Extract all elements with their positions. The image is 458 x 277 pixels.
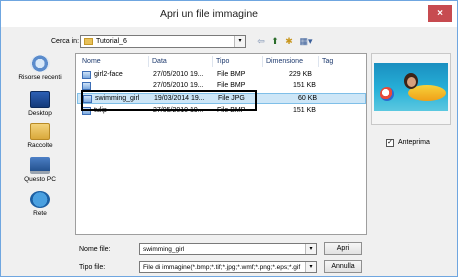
folder-icon xyxy=(84,38,93,45)
file-type: File BMP xyxy=(217,71,246,78)
libraries-icon xyxy=(30,123,50,140)
lookin-dropdown[interactable]: Tutorial_6 ▾ xyxy=(80,35,246,48)
file-size: 151 KB xyxy=(293,82,316,89)
preview-checkbox[interactable]: ✓ xyxy=(386,139,394,147)
back-icon[interactable]: ⇦ xyxy=(255,36,267,47)
file-row[interactable]: girl2-face 27/05/2010 19... File BMP 229… xyxy=(77,70,366,81)
image-file-icon xyxy=(82,82,91,90)
column-header-name[interactable]: Nome xyxy=(82,58,101,65)
column-header-date[interactable]: Data xyxy=(152,58,167,65)
file-type: File BMP xyxy=(217,82,246,89)
network-icon xyxy=(30,191,50,208)
preview-panel xyxy=(371,53,451,125)
new-folder-icon[interactable]: ✱ xyxy=(283,36,295,47)
place-label: Desktop xyxy=(28,110,52,117)
place-label: Rete xyxy=(33,210,47,217)
cancel-button[interactable]: Annulla xyxy=(324,260,362,273)
filetype-value: File di immagine(*.bmp;*.tif;*.jpg;*.wmf… xyxy=(143,264,301,271)
file-date: 27/05/2010 19... xyxy=(153,82,204,89)
lookin-value: Tutorial_6 xyxy=(96,38,127,45)
chevron-down-icon[interactable]: ▾ xyxy=(305,262,316,272)
column-header-size[interactable]: Dimensione xyxy=(266,58,303,65)
file-size: 151 KB xyxy=(293,107,316,114)
file-list[interactable]: Nome Data Tipo Dimensione Tag girl2-face… xyxy=(75,53,367,235)
open-button[interactable]: Apri xyxy=(324,242,362,255)
file-name: girl2-face xyxy=(94,71,123,78)
chevron-down-icon[interactable]: ▾ xyxy=(305,244,316,254)
place-label: Questo PC xyxy=(24,176,56,183)
title-bar[interactable]: Apri un file immagine × xyxy=(1,1,457,27)
place-desktop[interactable]: Desktop xyxy=(9,91,71,117)
column-header-tag[interactable]: Tag xyxy=(322,58,333,65)
preview-checkbox-label[interactable]: Anteprima xyxy=(398,139,430,146)
file-size: 229 KB xyxy=(289,71,312,78)
place-computer[interactable]: Questo PC xyxy=(9,157,71,183)
chevron-down-icon[interactable]: ▾ xyxy=(234,36,245,47)
open-image-dialog: Apri un file immagine × Cerca in: Tutori… xyxy=(0,0,458,277)
place-libraries[interactable]: Raccolte xyxy=(9,123,71,149)
view-menu-icon[interactable]: ▦▾ xyxy=(297,36,315,47)
desktop-icon xyxy=(30,91,50,108)
place-label: Risorse recenti xyxy=(18,74,62,81)
filetype-select[interactable]: File di immagine(*.bmp;*.tif;*.jpg;*.wmf… xyxy=(139,261,317,273)
up-folder-icon[interactable]: ⬆ xyxy=(269,36,281,47)
filename-input[interactable]: swimming_girl ▾ xyxy=(139,243,317,255)
dialog-title: Apri un file immagine xyxy=(159,8,259,20)
filename-value: swimming_girl xyxy=(143,246,185,253)
place-label: Raccolte xyxy=(27,142,53,149)
recent-places-icon xyxy=(30,55,50,72)
file-size: 60 KB xyxy=(298,95,318,102)
close-button[interactable]: × xyxy=(428,5,452,22)
highlight-box xyxy=(81,90,257,111)
places-bar: Risorse recenti Desktop Raccolte Questo … xyxy=(9,53,71,223)
filename-label: Nome file: xyxy=(79,246,111,253)
image-file-icon xyxy=(82,71,91,79)
column-header-type[interactable]: Tipo xyxy=(216,58,229,65)
filetype-label: Tipo file: xyxy=(79,264,106,271)
file-date: 27/05/2010 19... xyxy=(153,71,204,78)
lookin-label: Cerca in: xyxy=(51,38,80,45)
place-recent[interactable]: Risorse recenti xyxy=(9,55,71,81)
place-network[interactable]: Rete xyxy=(9,191,71,217)
computer-icon xyxy=(30,157,50,174)
preview-image xyxy=(374,63,448,111)
